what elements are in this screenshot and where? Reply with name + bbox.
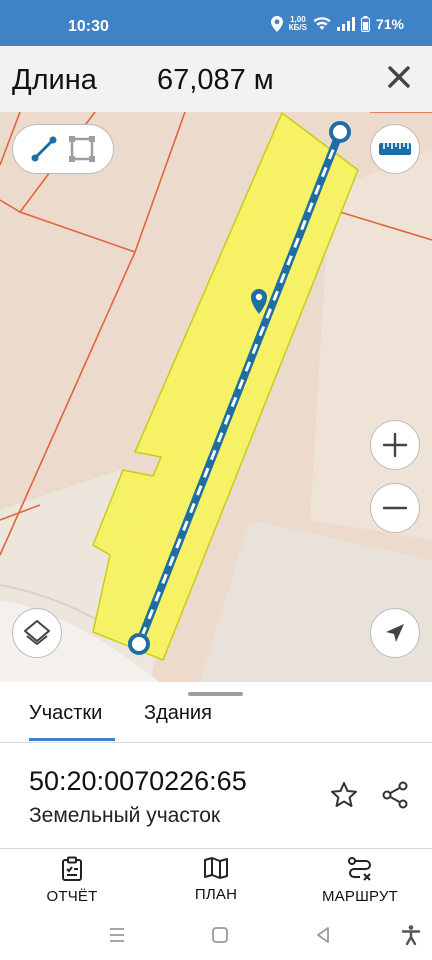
star-icon[interactable]	[329, 780, 359, 810]
zoom-out-button[interactable]	[370, 483, 420, 533]
nav-route-label: МАРШРУТ	[321, 888, 399, 905]
battery-icon	[360, 16, 370, 32]
recent-apps-icon[interactable]	[106, 924, 128, 946]
tabs-divider	[0, 742, 432, 743]
status-bar: 10:30 1,00 КБ/S 71%	[0, 0, 432, 46]
accessibility-icon[interactable]	[400, 924, 422, 946]
ruler-icon	[379, 143, 411, 155]
map-canvas[interactable]	[0, 112, 432, 682]
report-icon	[62, 856, 82, 881]
home-icon[interactable]	[209, 924, 231, 946]
signal-icon	[336, 17, 355, 31]
line-measure-icon[interactable]	[30, 135, 58, 163]
my-location-button[interactable]	[370, 608, 420, 658]
wifi-icon	[313, 17, 331, 30]
plus-icon	[382, 432, 408, 458]
tab-parcels[interactable]: Участки	[29, 702, 102, 725]
navigation-arrow-icon	[386, 624, 404, 642]
network-speed: 1,00 КБ/S	[289, 16, 307, 32]
location-icon	[270, 16, 283, 32]
status-time: 10:30	[68, 18, 109, 35]
nav-route[interactable]: МАРШРУТ	[314, 856, 406, 905]
measurement-value: 67,087 м	[157, 64, 274, 96]
area-measure-icon[interactable]	[67, 134, 97, 164]
nav-plan[interactable]: ПЛАН	[186, 856, 246, 903]
measurement-label: Длина	[12, 64, 97, 96]
map-view[interactable]	[0, 112, 432, 682]
sheet-divider	[0, 848, 432, 849]
zoom-in-button[interactable]	[370, 420, 420, 470]
measure-mode-toggle[interactable]	[12, 124, 114, 174]
ruler-button[interactable]	[370, 124, 420, 174]
nav-plan-label: ПЛАН	[194, 886, 238, 903]
status-indicators: 1,00 КБ/S 71%	[270, 16, 404, 32]
layers-button[interactable]	[12, 608, 62, 658]
network-speed-unit: КБ/S	[288, 23, 307, 32]
close-icon[interactable]	[386, 64, 412, 90]
battery-percent: 71%	[375, 16, 404, 32]
nav-report[interactable]: ОТЧЁТ	[44, 856, 100, 905]
active-tab-indicator	[29, 738, 115, 741]
minus-icon	[382, 506, 408, 510]
nav-report-label: ОТЧЁТ	[46, 888, 98, 905]
measure-endpoint-start	[329, 121, 351, 143]
parcel-type: Земельный участок	[29, 804, 221, 827]
share-icon[interactable]	[380, 780, 410, 810]
sheet-drag-handle[interactable]	[188, 692, 243, 696]
back-icon[interactable]	[312, 924, 334, 946]
measure-endpoint-end	[128, 633, 150, 655]
map-plan-icon	[204, 857, 228, 879]
cadastral-number: 50:20:0070226:65	[29, 766, 247, 796]
layers-icon	[24, 620, 50, 645]
tab-buildings[interactable]: Здания	[144, 702, 212, 725]
route-icon	[348, 857, 371, 881]
